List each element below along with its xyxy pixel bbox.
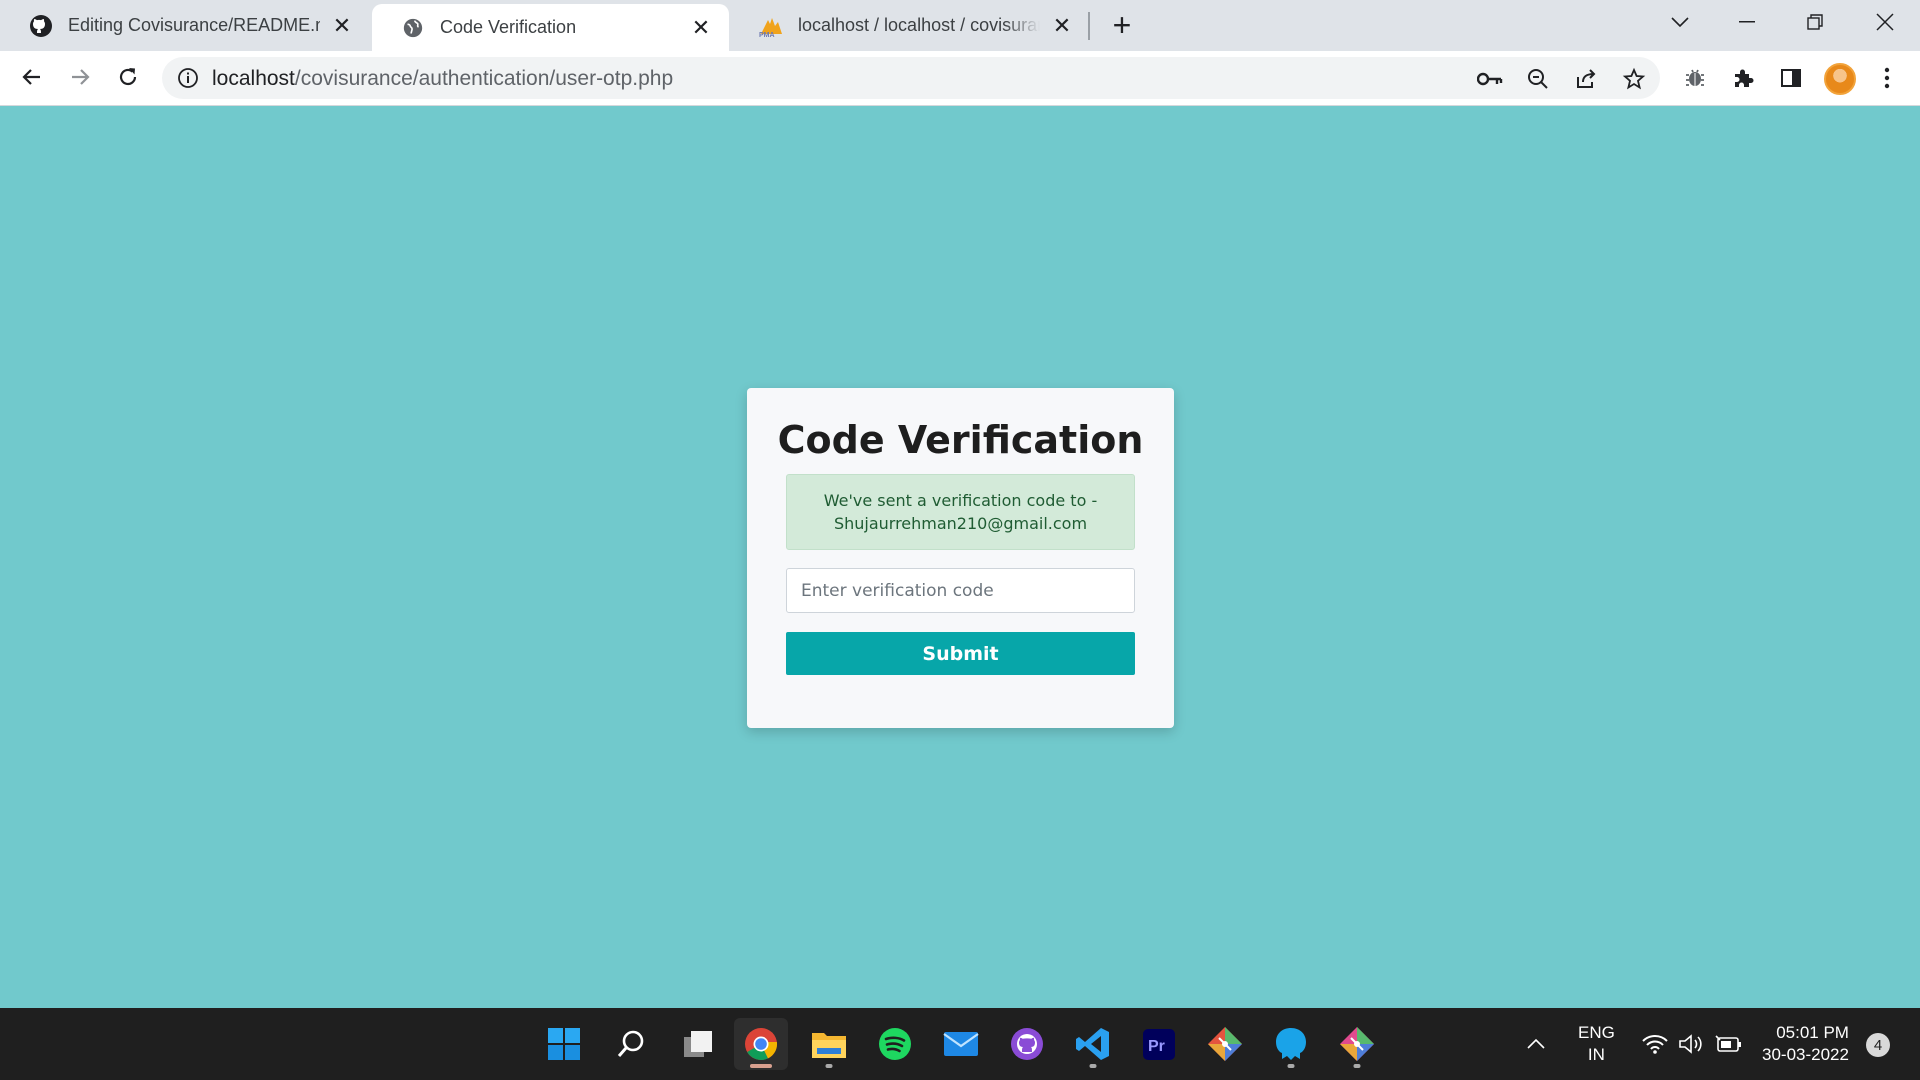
- running-indicator: [1287, 1064, 1295, 1068]
- running-indicator: [825, 1064, 833, 1068]
- minimize-icon[interactable]: [1714, 0, 1780, 44]
- restore-icon[interactable]: [1782, 0, 1848, 44]
- svg-text:PMA: PMA: [759, 32, 775, 38]
- notification-badge[interactable]: 4: [1866, 1033, 1890, 1057]
- star-icon[interactable]: [1621, 66, 1647, 92]
- site-info-icon[interactable]: [176, 66, 200, 90]
- browser-tab-strip: Editing Covisurance/README.md ✕ Code Ver…: [0, 0, 1920, 51]
- page-title: Code Verification: [777, 418, 1144, 462]
- file-explorer-icon[interactable]: [802, 1018, 856, 1070]
- github-icon: [28, 13, 54, 39]
- key-icon[interactable]: [1477, 66, 1503, 92]
- chrome-icon[interactable]: [734, 1018, 788, 1070]
- premiere-pro-icon[interactable]: Pr: [1132, 1018, 1186, 1070]
- windows-taskbar: Pr ENG IN 05:01 PM 30-03-2022 4: [0, 1008, 1920, 1080]
- submit-button[interactable]: Submit: [786, 632, 1135, 675]
- url-path: /covisurance/authentication/user-otp.php: [294, 67, 674, 90]
- svg-text:Pr: Pr: [1148, 1038, 1165, 1055]
- close-window-icon[interactable]: [1852, 0, 1918, 44]
- tab-title: localhost / localhost / covisurance: [798, 15, 1040, 35]
- tab-title: Code Verification: [440, 17, 577, 37]
- verification-code-input[interactable]: [786, 568, 1135, 613]
- share-icon[interactable]: [1573, 66, 1599, 92]
- side-panel-icon[interactable]: [1776, 63, 1806, 93]
- search-icon[interactable]: [604, 1018, 658, 1070]
- alert-text-line1: We've sent a verification code to -: [823, 491, 1098, 510]
- spotify-icon[interactable]: [868, 1018, 922, 1070]
- running-indicator: [1089, 1064, 1097, 1068]
- clock-date: 30-03-2022: [1762, 1045, 1849, 1064]
- zoom-out-icon[interactable]: [1525, 66, 1551, 92]
- battery-icon[interactable]: [1714, 1008, 1742, 1080]
- tab-title: Editing Covisurance/README.md: [68, 15, 320, 35]
- task-view-icon[interactable]: [671, 1018, 725, 1070]
- verification-card: Code Verification We've sent a verificat…: [747, 388, 1174, 728]
- show-hidden-icons-icon[interactable]: [1526, 1008, 1546, 1080]
- git-gui-icon[interactable]: [1330, 1018, 1384, 1070]
- clock[interactable]: 05:01 PM 30-03-2022: [1762, 1008, 1849, 1080]
- clock-time: 05:01 PM: [1776, 1023, 1849, 1042]
- new-tab-icon[interactable]: +: [1105, 7, 1139, 43]
- url-host: localhost: [212, 67, 295, 90]
- mysql-workbench-icon[interactable]: [1264, 1018, 1318, 1070]
- close-tab-icon[interactable]: ✕: [1048, 12, 1076, 40]
- tab-search-chevron-icon[interactable]: [1647, 0, 1713, 44]
- git-icon[interactable]: [1198, 1018, 1252, 1070]
- language-indicator[interactable]: ENG IN: [1578, 1008, 1615, 1080]
- forward-arrow-icon[interactable]: [60, 57, 100, 97]
- tab-phpmyadmin[interactable]: PMA localhost / localhost / covisurance …: [730, 0, 1090, 51]
- mail-icon[interactable]: [934, 1018, 988, 1070]
- profile-avatar[interactable]: [1824, 63, 1856, 95]
- extensions-icon[interactable]: [1728, 63, 1758, 93]
- wifi-icon[interactable]: [1642, 1008, 1668, 1080]
- tab-github-readme[interactable]: Editing Covisurance/README.md ✕: [0, 0, 370, 51]
- start-icon[interactable]: [537, 1018, 591, 1070]
- address-bar[interactable]: localhost/covisurance/authentication/use…: [162, 57, 1660, 99]
- bug-icon[interactable]: [1680, 63, 1710, 93]
- active-indicator: [750, 1064, 772, 1068]
- back-arrow-icon[interactable]: [12, 57, 52, 97]
- reload-icon[interactable]: [108, 57, 148, 97]
- tab-separator: [1088, 12, 1090, 40]
- language-code: ENG: [1578, 1023, 1615, 1042]
- volume-icon[interactable]: [1678, 1008, 1704, 1080]
- running-indicator: [1353, 1064, 1361, 1068]
- alert-email: Shujaurrehman210@gmail.com: [833, 514, 1088, 533]
- browser-toolbar: localhost/covisurance/authentication/use…: [0, 51, 1920, 106]
- url-text[interactable]: localhost/covisurance/authentication/use…: [212, 67, 673, 91]
- menu-icon[interactable]: [1872, 63, 1902, 93]
- github-desktop-icon[interactable]: [1000, 1018, 1054, 1070]
- verification-alert: We've sent a verification code to - Shuj…: [786, 474, 1135, 550]
- globe-icon: [400, 15, 426, 41]
- close-tab-icon[interactable]: ✕: [687, 14, 715, 42]
- tab-code-verification[interactable]: Code Verification ✕: [372, 4, 729, 51]
- phpmyadmin-icon: PMA: [758, 13, 784, 39]
- vscode-icon[interactable]: [1066, 1018, 1120, 1070]
- close-tab-icon[interactable]: ✕: [328, 12, 356, 40]
- language-region: IN: [1587, 1045, 1605, 1064]
